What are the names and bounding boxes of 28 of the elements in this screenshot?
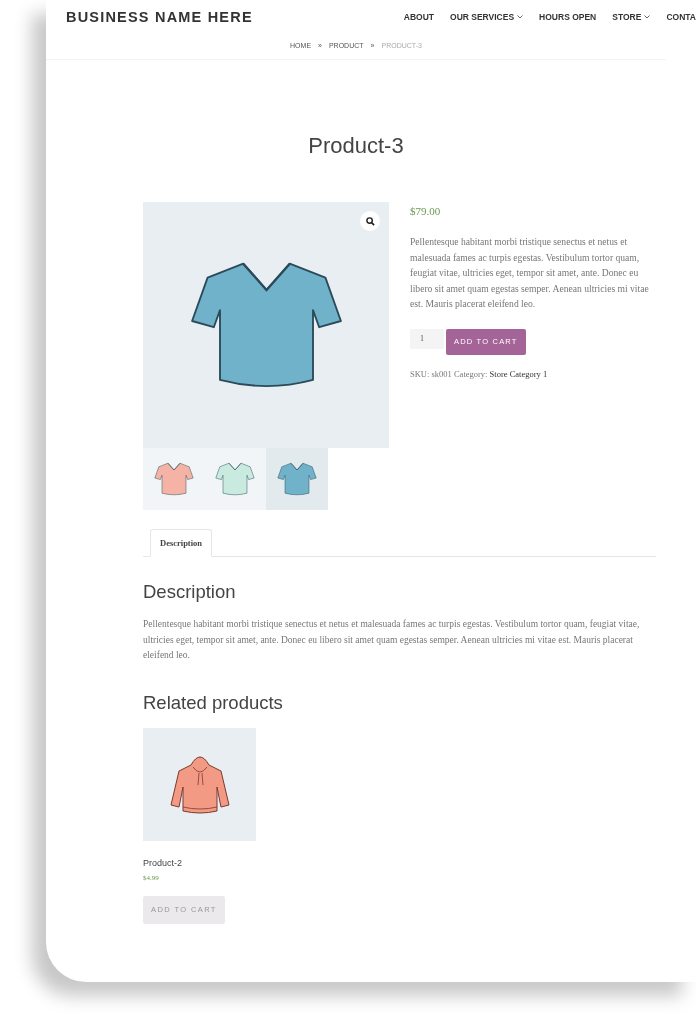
product-name[interactable]: Product-2 [143, 857, 256, 868]
nav-link[interactable]: CONTA [666, 12, 696, 22]
business-name[interactable]: BUSINESS NAME HERE [66, 9, 253, 25]
thumbnail[interactable] [204, 448, 266, 510]
zoom-button[interactable] [360, 211, 380, 231]
sku-label: SKU: sk001 Category: [410, 368, 488, 379]
t-shirt-image [153, 462, 194, 496]
tab[interactable]: Description [150, 529, 213, 557]
caret-icon [517, 15, 524, 19]
nav-link[interactable]: ABOUT [403, 12, 434, 22]
product-price: $79.00 [410, 205, 442, 217]
t-shirt-image [215, 462, 256, 496]
nav-link[interactable]: HOURS OPEN [539, 12, 597, 22]
caret-icon [644, 15, 651, 19]
quantity-field[interactable]: 1 [410, 328, 444, 349]
nav-link[interactable]: OUR SERVICES [450, 12, 524, 22]
t-shirt-image [276, 462, 317, 496]
product-image[interactable] [143, 727, 256, 841]
thumbnail[interactable] [143, 448, 205, 510]
search-icon [365, 216, 375, 226]
category-link[interactable]: Store Category 1 [489, 368, 548, 379]
nav-link[interactable]: STORE [612, 12, 651, 22]
product-title: Product-3 [307, 133, 405, 159]
description-text: Pellentesque habitant morbi tristique senectus et netus et malesuada fames ac turpis egestas. Vestibulum tortor quam, feugiat vitae, ultricies eget, tempor sit amet, ante. Donec eu libero sit amet quam egestas semper. Aenean ultricies mi vitae est. Mauris placerat eleifend leo. [143, 618, 641, 662]
section-heading: Related products [143, 691, 284, 714]
section-heading: Description [143, 581, 237, 603]
thumbnail[interactable] [266, 448, 328, 510]
short-description: Pellentesque habitant morbi tristique senectus et netus et malesuada fames ac turpis egestas. Vestibulum tortor quam, feugiat vitae, ultricies eget, tempor sit amet, ante. Donec eu libero sit amet quam egestas semper. Aenean ultricies mi vitae est. Mauris placerat eleifend leo. [410, 235, 650, 311]
